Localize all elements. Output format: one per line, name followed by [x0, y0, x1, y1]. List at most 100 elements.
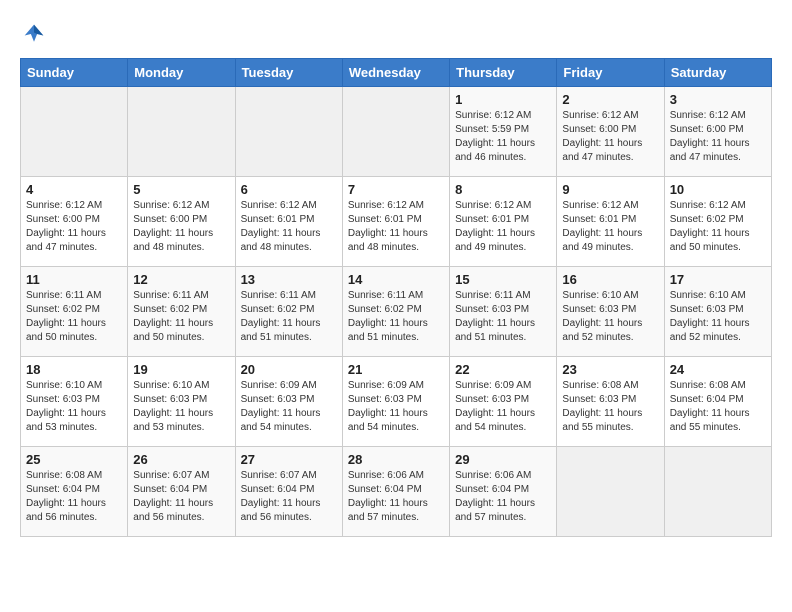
calendar-cell: 7Sunrise: 6:12 AMSunset: 6:01 PMDaylight… [342, 177, 449, 267]
cell-day-number: 20 [241, 362, 337, 377]
cell-info: Sunrise: 6:12 AMSunset: 6:01 PMDaylight:… [562, 199, 658, 255]
cell-info: Sunrise: 6:09 AMSunset: 6:03 PMDaylight:… [455, 379, 551, 435]
calendar-cell: 10 Sunrise: 6:12 AMSunset: 6:02 PMDayligh… [664, 177, 771, 267]
calendar-cell: 20Sunrise: 6:09 AMSunset: 6:03 PMDayligh… [235, 357, 342, 447]
cell-info: Sunrise: 6:12 AMSunset: 6:00 PMDaylight:… [562, 109, 658, 165]
header-cell-sunday: Sunday [21, 59, 128, 87]
week-row-4: 25 Sunrise: 6:08 AMSunset: 6:04 PMDayligh… [21, 447, 772, 537]
cell-day-number: 25 [26, 452, 122, 467]
cell-info: Sunrise: 6:12 AMSunset: 6:01 PMDaylight:… [455, 199, 551, 255]
cell-info: Sunrise: 6:10 AMSunset: 6:03 PMDaylight:… [133, 379, 229, 435]
calendar-cell: 18 Sunrise: 6:10 AMSunset: 6:03 PMDayligh… [21, 357, 128, 447]
calendar-cell: 28 Sunrise: 6:06 AMSunset: 6:04 PMDayligh… [342, 447, 449, 537]
header-row: SundayMondayTuesdayWednesdayThursdayFrid… [21, 59, 772, 87]
week-row-1: 4 Sunrise: 6:12 AMSunset: 6:00 PMDaylight… [21, 177, 772, 267]
calendar-cell: 27Sunrise: 6:07 AMSunset: 6:04 PMDayligh… [235, 447, 342, 537]
calendar-cell: 8 Sunrise: 6:12 AMSunset: 6:01 PMDaylight… [450, 177, 557, 267]
calendar-cell: 22 Sunrise: 6:09 AMSunset: 6:03 PMDayligh… [450, 357, 557, 447]
cell-day-number: 28 [348, 452, 444, 467]
calendar-cell: 13 Sunrise: 6:11 AMSunset: 6:02 PMDayligh… [235, 267, 342, 357]
calendar-cell: 26 Sunrise: 6:07 AMSunset: 6:04 PMDayligh… [128, 447, 235, 537]
cell-info: Sunrise: 6:11 AMSunset: 6:02 PMDaylight:… [241, 289, 337, 345]
calendar-cell: 3 Sunrise: 6:12 AMSunset: 6:00 PMDaylight… [664, 87, 771, 177]
header-cell-friday: Friday [557, 59, 664, 87]
calendar-cell: 12 Sunrise: 6:11 AMSunset: 6:02 PMDayligh… [128, 267, 235, 357]
cell-day-number: 23 [562, 362, 658, 377]
cell-info: Sunrise: 6:08 AMSunset: 6:03 PMDaylight:… [562, 379, 658, 435]
cell-info: Sunrise: 6:10 AMSunset: 6:03 PMDaylight:… [26, 379, 122, 435]
cell-info: Sunrise: 6:11 AMSunset: 6:02 PMDaylight:… [26, 289, 122, 345]
cell-day-number: 9 [562, 182, 658, 197]
calendar-cell [21, 87, 128, 177]
calendar-cell: 29Sunrise: 6:06 AMSunset: 6:04 PMDayligh… [450, 447, 557, 537]
cell-info: Sunrise: 6:07 AMSunset: 6:04 PMDaylight:… [241, 469, 337, 525]
header-cell-wednesday: Wednesday [342, 59, 449, 87]
cell-day-number: 14 [348, 272, 444, 287]
calendar-cell: 16Sunrise: 6:10 AMSunset: 6:03 PMDayligh… [557, 267, 664, 357]
cell-day-number: 1 [455, 92, 551, 107]
calendar-cell: 23 Sunrise: 6:08 AMSunset: 6:03 PMDayligh… [557, 357, 664, 447]
calendar-cell [128, 87, 235, 177]
calendar-table: SundayMondayTuesdayWednesdayThursdayFrid… [20, 58, 772, 537]
calendar-cell: 4 Sunrise: 6:12 AMSunset: 6:00 PMDaylight… [21, 177, 128, 267]
cell-day-number: 2 [562, 92, 658, 107]
cell-info: Sunrise: 6:11 AMSunset: 6:02 PMDaylight:… [133, 289, 229, 345]
calendar-cell: 1Sunrise: 6:12 AMSunset: 5:59 PMDaylight… [450, 87, 557, 177]
cell-day-number: 24 [670, 362, 766, 377]
calendar-cell: 14 Sunrise: 6:11 AMSunset: 6:02 PMDayligh… [342, 267, 449, 357]
cell-info: Sunrise: 6:06 AMSunset: 6:04 PMDaylight:… [348, 469, 444, 525]
cell-info: Sunrise: 6:08 AMSunset: 6:04 PMDaylight:… [26, 469, 122, 525]
calendar-cell: 6 Sunrise: 6:12 AMSunset: 6:01 PMDaylight… [235, 177, 342, 267]
calendar-cell: 21 Sunrise: 6:09 AMSunset: 6:03 PMDayligh… [342, 357, 449, 447]
cell-day-number: 19 [133, 362, 229, 377]
cell-info: Sunrise: 6:12 AMSunset: 6:00 PMDaylight:… [133, 199, 229, 255]
cell-day-number: 6 [241, 182, 337, 197]
cell-day-number: 12 [133, 272, 229, 287]
cell-info: Sunrise: 6:12 AMSunset: 6:00 PMDaylight:… [26, 199, 122, 255]
cell-info: Sunrise: 6:06 AMSunset: 6:04 PMDaylight:… [455, 469, 551, 525]
week-row-2: 11 Sunrise: 6:11 AMSunset: 6:02 PMDayligh… [21, 267, 772, 357]
header-cell-saturday: Saturday [664, 59, 771, 87]
header-cell-thursday: Thursday [450, 59, 557, 87]
calendar-body: 1Sunrise: 6:12 AMSunset: 5:59 PMDaylight… [21, 87, 772, 537]
cell-day-number: 3 [670, 92, 766, 107]
cell-info: Sunrise: 6:10 AMSunset: 6:03 PMDaylight:… [670, 289, 766, 345]
cell-day-number: 22 [455, 362, 551, 377]
cell-day-number: 18 [26, 362, 122, 377]
calendar-cell [664, 447, 771, 537]
cell-day-number: 10 [670, 182, 766, 197]
logo-icon [20, 20, 48, 48]
calendar-cell: 25 Sunrise: 6:08 AMSunset: 6:04 PMDayligh… [21, 447, 128, 537]
calendar-cell [342, 87, 449, 177]
cell-day-number: 4 [26, 182, 122, 197]
cell-info: Sunrise: 6:12 AMSunset: 6:00 PMDaylight:… [670, 109, 766, 165]
header-cell-tuesday: Tuesday [235, 59, 342, 87]
cell-info: Sunrise: 6:08 AMSunset: 6:04 PMDaylight:… [670, 379, 766, 435]
cell-day-number: 13 [241, 272, 337, 287]
cell-info: Sunrise: 6:12 AMSunset: 6:01 PMDaylight:… [348, 199, 444, 255]
cell-info: Sunrise: 6:12 AMSunset: 6:01 PMDaylight:… [241, 199, 337, 255]
header-cell-monday: Monday [128, 59, 235, 87]
cell-info: Sunrise: 6:07 AMSunset: 6:04 PMDaylight:… [133, 469, 229, 525]
cell-day-number: 11 [26, 272, 122, 287]
cell-day-number: 8 [455, 182, 551, 197]
cell-day-number: 21 [348, 362, 444, 377]
page-container: SundayMondayTuesdayWednesdayThursdayFrid… [20, 20, 772, 537]
cell-day-number: 26 [133, 452, 229, 467]
header [20, 20, 772, 48]
cell-info: Sunrise: 6:11 AMSunset: 6:02 PMDaylight:… [348, 289, 444, 345]
week-row-0: 1Sunrise: 6:12 AMSunset: 5:59 PMDaylight… [21, 87, 772, 177]
cell-info: Sunrise: 6:09 AMSunset: 6:03 PMDaylight:… [348, 379, 444, 435]
calendar-cell: 17 Sunrise: 6:10 AMSunset: 6:03 PMDayligh… [664, 267, 771, 357]
cell-info: Sunrise: 6:12 AMSunset: 6:02 PMDaylight:… [670, 199, 766, 255]
cell-info: Sunrise: 6:11 AMSunset: 6:03 PMDaylight:… [455, 289, 551, 345]
calendar-cell [557, 447, 664, 537]
calendar-cell: 15 Sunrise: 6:11 AMSunset: 6:03 PMDayligh… [450, 267, 557, 357]
calendar-cell: 2 Sunrise: 6:12 AMSunset: 6:00 PMDaylight… [557, 87, 664, 177]
week-row-3: 18 Sunrise: 6:10 AMSunset: 6:03 PMDayligh… [21, 357, 772, 447]
logo [20, 20, 52, 48]
calendar-header: SundayMondayTuesdayWednesdayThursdayFrid… [21, 59, 772, 87]
calendar-cell [235, 87, 342, 177]
cell-day-number: 15 [455, 272, 551, 287]
cell-day-number: 17 [670, 272, 766, 287]
